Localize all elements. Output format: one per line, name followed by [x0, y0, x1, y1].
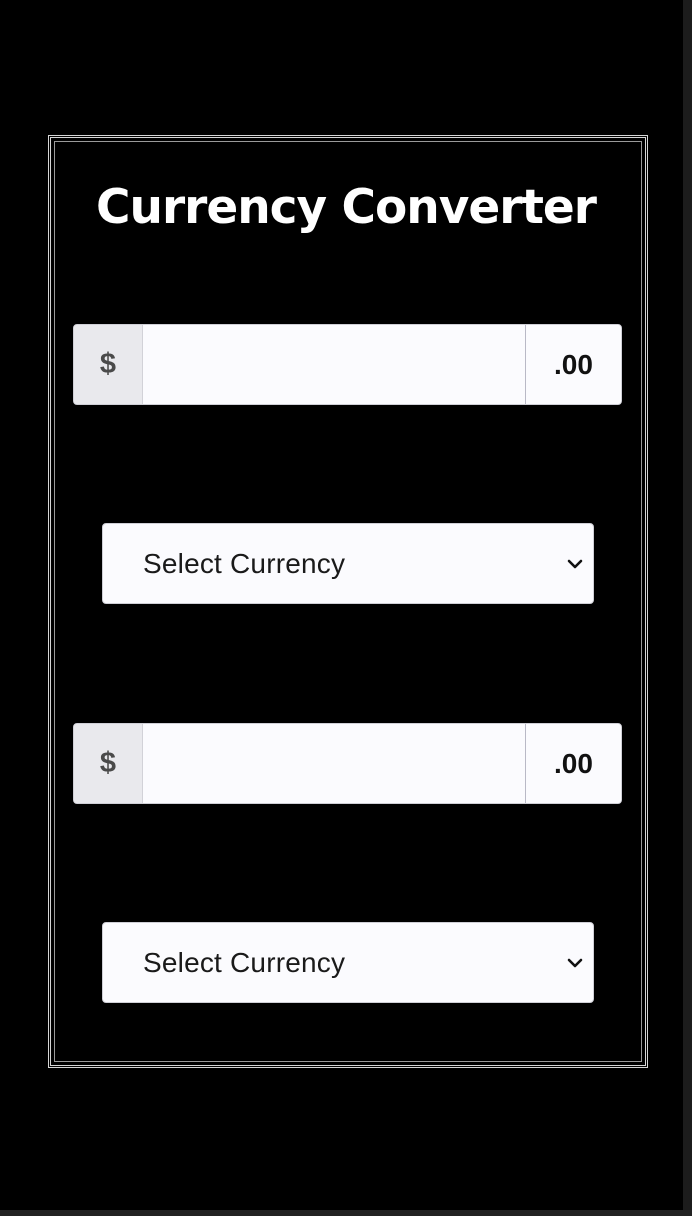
from-amount-group: $ .00 — [73, 324, 622, 405]
to-amount-group: $ .00 — [73, 723, 622, 804]
page-title: Currency Converter — [96, 180, 597, 235]
to-currency-selected: Select Currency — [143, 946, 346, 978]
from-currency-selected: Select Currency — [143, 547, 346, 579]
to-amount-input[interactable] — [143, 724, 525, 803]
from-currency-select[interactable]: Select Currency — [102, 523, 594, 604]
to-amount-decimals: .00 — [525, 724, 621, 803]
from-currency-symbol: $ — [74, 325, 143, 404]
chevron-down-icon — [565, 953, 585, 973]
window-edge-bottom — [0, 1210, 692, 1216]
to-currency-select[interactable]: Select Currency — [102, 922, 594, 1003]
from-amount-input[interactable] — [143, 325, 525, 404]
from-amount-decimals: .00 — [525, 325, 621, 404]
to-currency-symbol: $ — [74, 724, 143, 803]
chevron-down-icon — [565, 554, 585, 574]
